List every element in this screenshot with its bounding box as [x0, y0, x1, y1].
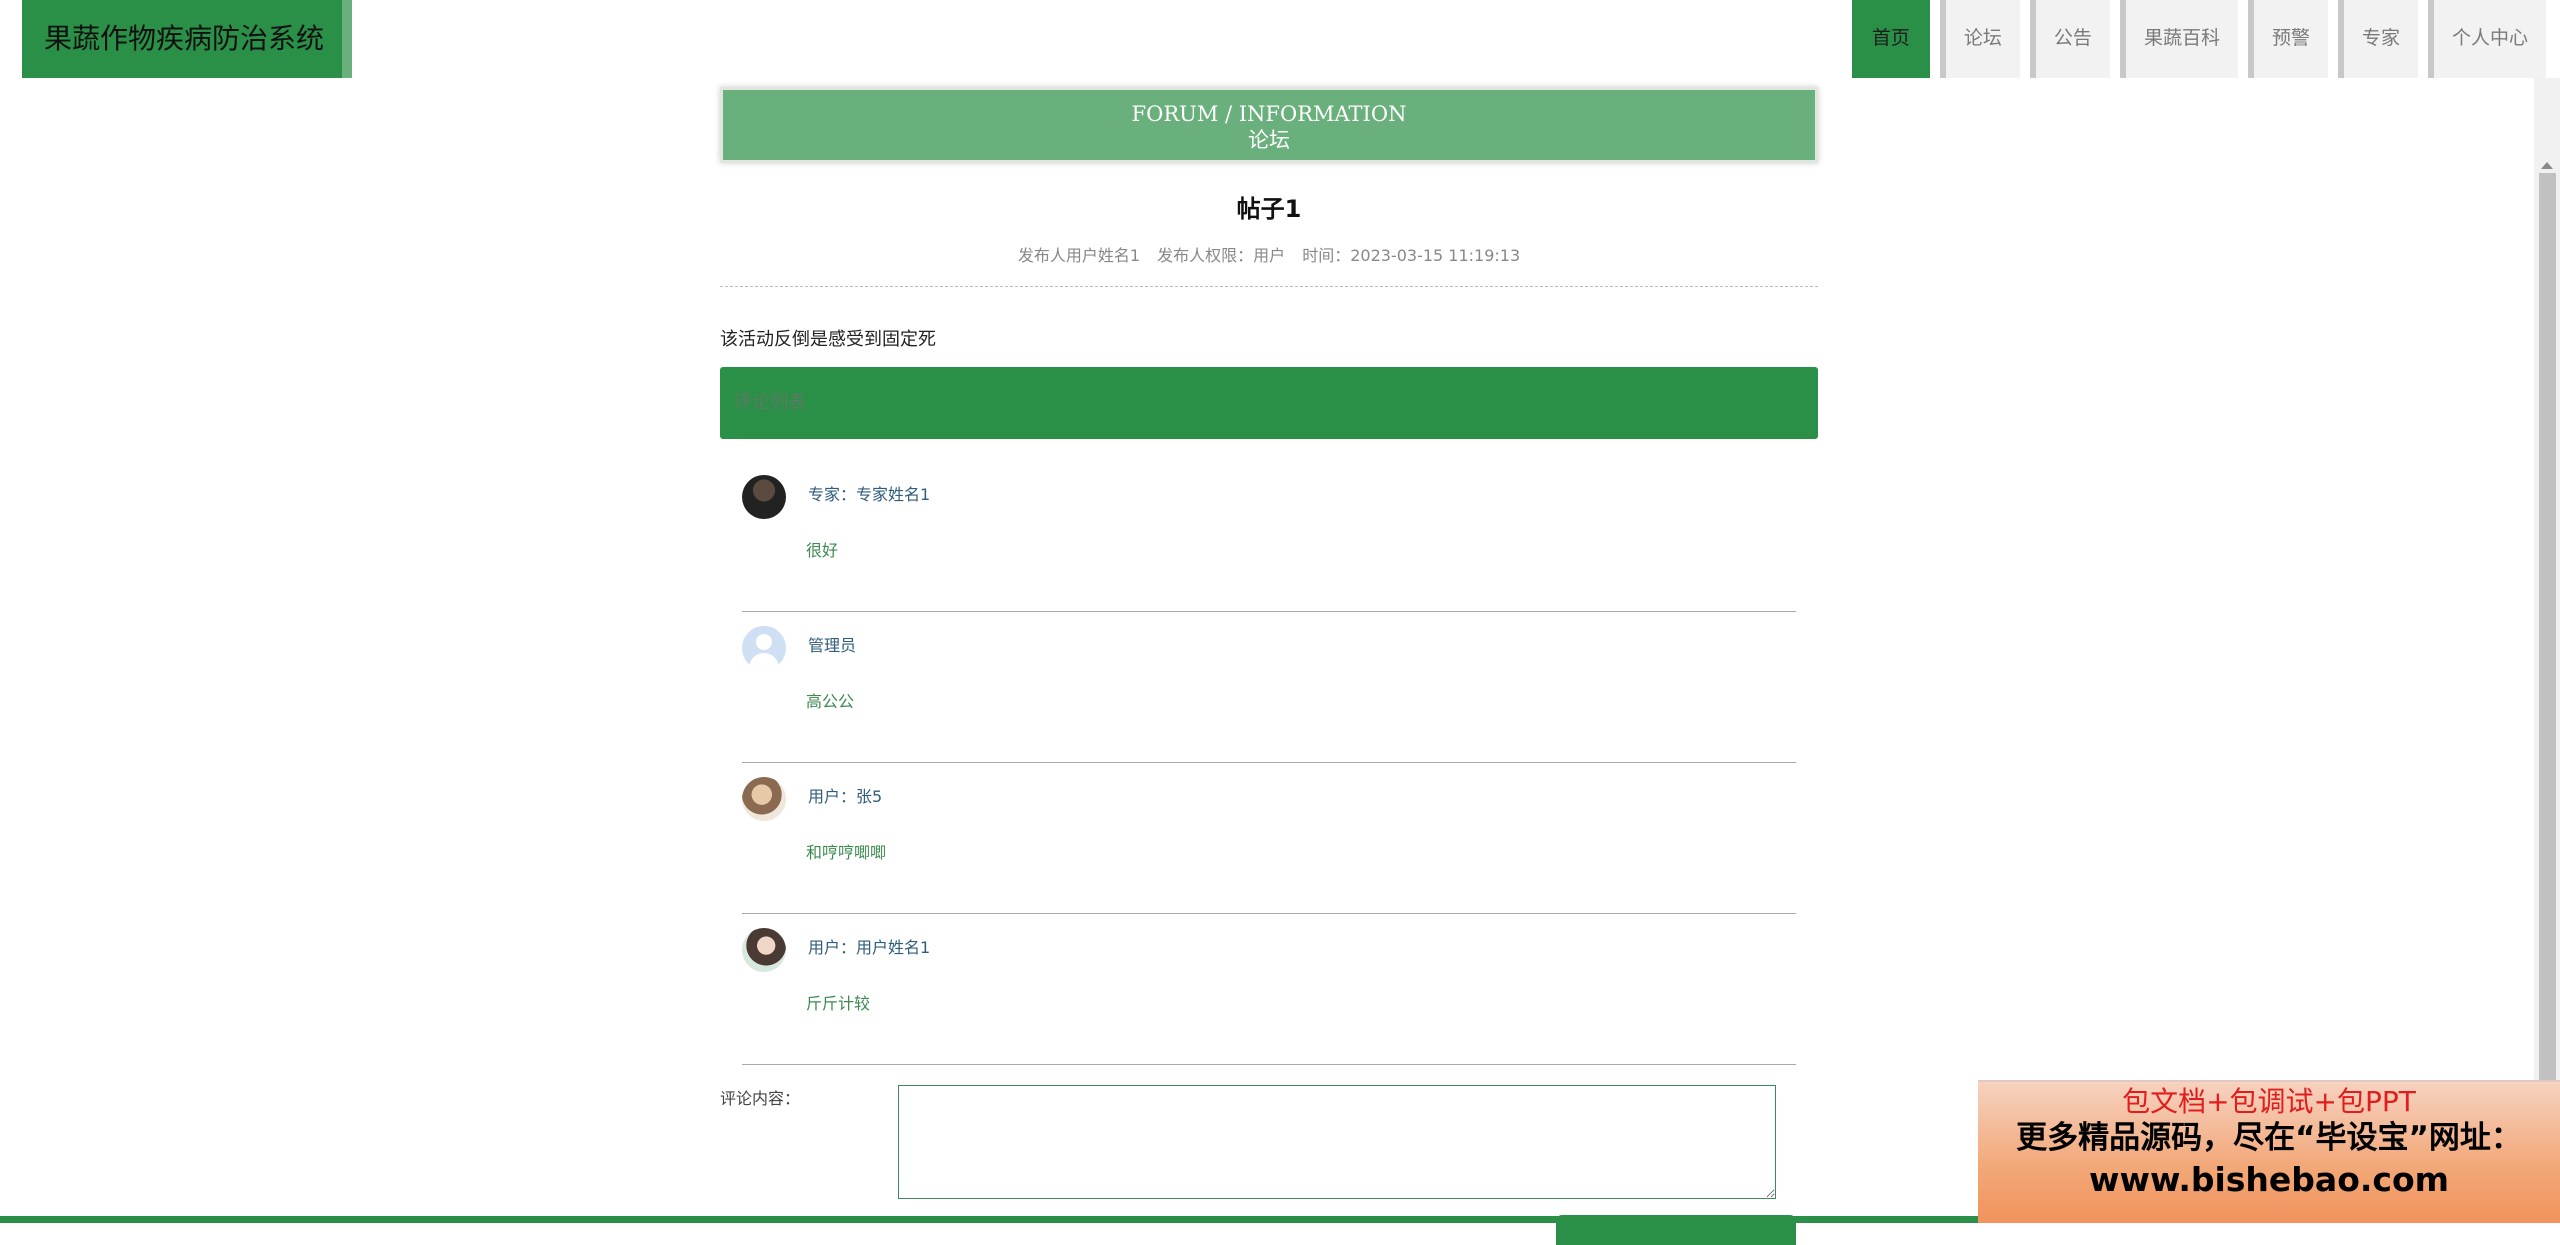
- post-role: 发布人权限：用户: [1157, 246, 1286, 265]
- comment-item: 专家：专家姓名1 很好: [742, 461, 1796, 612]
- ad-line-3: www.bishebao.com: [2088, 1160, 2450, 1199]
- expert-avatar: [742, 475, 786, 519]
- ad-line-1: 包文档+包调试+包PPT: [2122, 1085, 2416, 1118]
- section-banner: FORUM / INFORMATION 论坛: [720, 87, 1818, 163]
- comment-text: 和哼哼唧唧: [806, 843, 887, 862]
- nav-item-home[interactable]: 首页: [1851, 0, 1930, 78]
- comment-item: 用户：张5 和哼哼唧唧: [742, 763, 1796, 914]
- banner-title-en: FORUM / INFORMATION: [1131, 102, 1407, 126]
- user-avatar: [742, 928, 786, 972]
- scroll-thumb[interactable]: [2539, 173, 2556, 1158]
- nav-item-announcement[interactable]: 公告: [2029, 0, 2110, 78]
- comment-list: 专家：专家姓名1 很好 管理员 高公公 用户：张5 和哼哼唧唧 用户：用户姓名1…: [742, 461, 1796, 1065]
- comment-author: 用户：用户姓名1: [808, 938, 931, 957]
- comment-author: 专家：专家姓名1: [808, 485, 931, 504]
- post-author: 发布人用户姓名1: [1017, 246, 1141, 265]
- top-nav: 首页 论坛 公告 果蔬百科 预警 专家 个人中心: [1842, 0, 2546, 78]
- app-title[interactable]: 果蔬作物疾病防治系统: [22, 0, 352, 78]
- nav-item-profile[interactable]: 个人中心: [2427, 0, 2546, 78]
- post-time: 时间：2023-03-15 11:19:13: [1302, 246, 1521, 265]
- post-title: 帖子1: [1236, 195, 1302, 223]
- nav-item-warning[interactable]: 预警: [2247, 0, 2328, 78]
- nav-item-expert[interactable]: 专家: [2337, 0, 2418, 78]
- post-content: 该活动反倒是感受到固定死: [720, 329, 936, 350]
- nav-item-encyclopedia[interactable]: 果蔬百科: [2119, 0, 2238, 78]
- banner-title-cn: 论坛: [1248, 128, 1290, 152]
- footer-strip: [0, 1216, 1978, 1223]
- user-avatar: [742, 777, 786, 821]
- main-content: FORUM / INFORMATION 论坛 帖子1 发布人用户姓名1 发布人权…: [720, 87, 1818, 1245]
- comment-text: 很好: [806, 541, 839, 560]
- comments-header: 评论列表: [720, 367, 1818, 439]
- ad-line-2: 更多精品源码，尽在“毕设宝”网址：: [2016, 1120, 2522, 1156]
- comment-form: 评论内容：: [720, 1085, 1818, 1245]
- post-meta: 发布人用户姓名1 发布人权限：用户 时间：2023-03-15 11:19:13: [720, 242, 1818, 266]
- comment-author: 管理员: [808, 636, 857, 655]
- divider: [720, 286, 1818, 287]
- comment-text: 斤斤计较: [806, 994, 871, 1013]
- comment-content-label: 评论内容：: [720, 1089, 801, 1108]
- ad-banner[interactable]: 包文档+包调试+包PPT 更多精品源码，尽在“毕设宝”网址： www.bishe…: [1978, 1080, 2560, 1223]
- comment-item: 用户：用户姓名1 斤斤计较: [742, 914, 1796, 1065]
- scroll-up-icon[interactable]: [2541, 162, 2553, 169]
- page-scrollbar[interactable]: [2534, 78, 2560, 1223]
- comment-author: 用户：张5: [808, 787, 883, 806]
- comment-content-input[interactable]: [898, 1085, 1776, 1199]
- comment-item: 管理员 高公公: [742, 612, 1796, 763]
- comment-text: 高公公: [806, 692, 855, 711]
- nav-item-forum[interactable]: 论坛: [1939, 0, 2020, 78]
- default-user-icon: [742, 626, 786, 670]
